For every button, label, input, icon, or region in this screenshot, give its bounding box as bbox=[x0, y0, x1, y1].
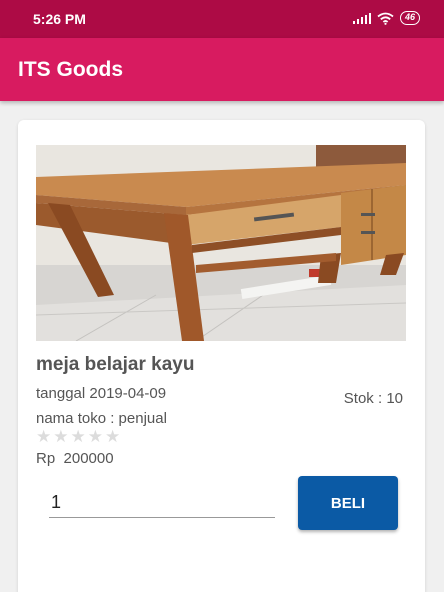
rating-bar[interactable]: ★ ★ ★ ★ ★ bbox=[36, 428, 120, 446]
app-bar: ITS Goods bbox=[0, 38, 444, 101]
star-icon[interactable]: ★ bbox=[105, 428, 120, 446]
battery-icon: 46 bbox=[399, 11, 420, 25]
product-image bbox=[36, 145, 406, 341]
star-icon[interactable]: ★ bbox=[88, 428, 103, 446]
product-price: Rp 200000 bbox=[36, 450, 114, 467]
product-stock: Stok : 10 bbox=[343, 390, 403, 407]
quantity-input[interactable] bbox=[49, 488, 275, 518]
signal-icon bbox=[352, 12, 371, 24]
star-icon[interactable]: ★ bbox=[36, 428, 51, 446]
app-title: ITS Goods bbox=[18, 58, 123, 81]
wifi-icon bbox=[377, 12, 394, 25]
product-name: meja belajar kayu bbox=[36, 354, 195, 375]
product-shop: nama toko : penjual bbox=[36, 410, 167, 427]
status-time: 5:26 PM bbox=[33, 11, 86, 27]
product-date: tanggal 2019-04-09 bbox=[36, 385, 167, 402]
product-card: meja belajar kayu tanggal 2019-04-09 Sto… bbox=[18, 120, 425, 592]
buy-button[interactable]: BELI bbox=[298, 476, 398, 530]
status-bar: 5:26 PM 46 bbox=[0, 0, 444, 38]
star-icon[interactable]: ★ bbox=[53, 428, 68, 446]
star-icon[interactable]: ★ bbox=[71, 428, 86, 446]
status-icons: 46 bbox=[352, 11, 420, 25]
